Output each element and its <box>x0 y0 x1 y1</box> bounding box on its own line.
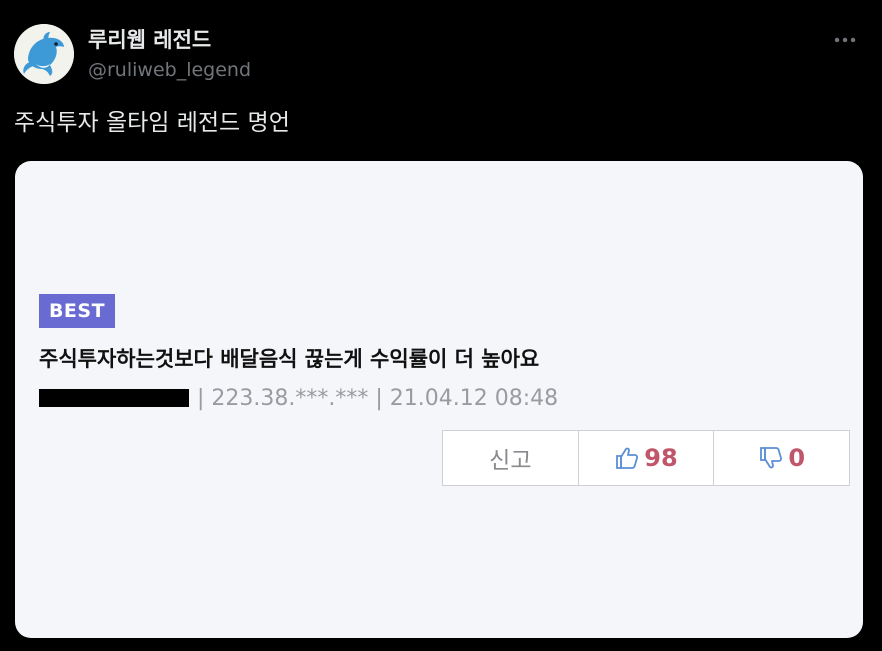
dislike-button[interactable]: 0 <box>714 431 849 485</box>
report-label: 신고 <box>489 448 532 474</box>
more-options-button[interactable] <box>830 28 860 52</box>
display-name[interactable]: 루리웹 레전드 <box>88 26 251 54</box>
post-meta-text: | 223.38.***.*** | 21.04.12 08:48 <box>197 385 559 411</box>
vote-actions: 신고 98 0 <box>442 430 850 486</box>
account-names: 루리웹 레전드 @ruliweb_legend <box>88 26 251 84</box>
more-horizontal-icon <box>834 37 856 43</box>
tweet-text: 주식투자 올타임 레전드 명언 <box>14 110 290 136</box>
attached-image-card[interactable]: BEST 주식투자하는것보다 배달음식 끊는게 수익률이 더 높아요 | 223… <box>15 161 863 638</box>
redacted-username <box>39 389 189 407</box>
dolphin-icon <box>14 24 74 84</box>
tweet-header: 루리웹 레전드 @ruliweb_legend <box>14 24 864 84</box>
like-count: 98 <box>644 444 678 472</box>
report-button[interactable]: 신고 <box>443 431 579 485</box>
best-badge: BEST <box>39 294 115 328</box>
dislike-count: 0 <box>788 444 806 472</box>
post-meta: | 223.38.***.*** | 21.04.12 08:48 <box>39 383 558 413</box>
avatar[interactable] <box>14 24 74 84</box>
like-button[interactable]: 98 <box>579 431 715 485</box>
thumbs-up-icon <box>616 447 639 469</box>
post-title: 주식투자하는것보다 배달음식 끊는게 수익률이 더 높아요 <box>39 347 540 371</box>
thumbs-down-icon <box>760 447 783 469</box>
account-handle[interactable]: @ruliweb_legend <box>88 56 251 84</box>
